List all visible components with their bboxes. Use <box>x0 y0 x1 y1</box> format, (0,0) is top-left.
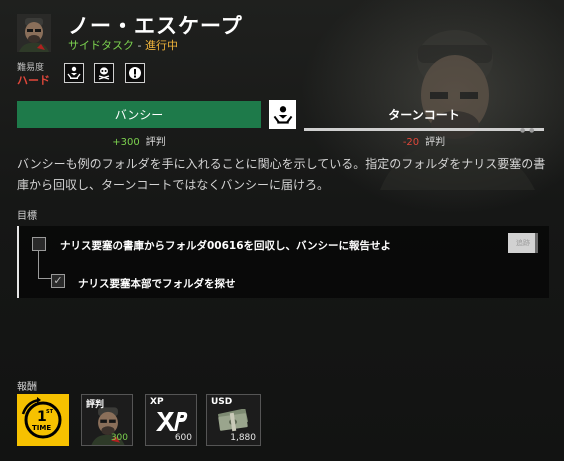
reward-reputation: 評判 300 <box>81 394 133 446</box>
mission-type: サイドタスク <box>68 39 134 52</box>
choice-turncoat-button[interactable]: ターンコート <box>304 101 544 131</box>
objective-checkbox-unchecked <box>32 237 46 251</box>
choice-banshee-button[interactable]: バンシー <box>17 101 261 128</box>
mission-subtitle: サイドタスク - 進行中 <box>68 37 178 53</box>
cash-icon <box>218 409 248 432</box>
objective-sub[interactable]: ナリス要塞本部でフォルダを探せ <box>78 276 236 291</box>
xp-icon <box>156 412 188 431</box>
turncoat-reputation-value: -20 <box>402 137 420 148</box>
mission-separator: - <box>134 39 145 52</box>
mission-description: バンシーも例のフォルダを手に入れることに関心を示している。指定のフォルダをナリス… <box>17 157 546 192</box>
turncoat-reputation: -20 評判 <box>304 133 544 148</box>
mission-title: ノー・エスケープ <box>68 14 243 38</box>
xp-reward-value: 600 <box>174 433 192 443</box>
reward-usd: USD 1,880 <box>206 394 261 446</box>
mission-status: 進行中 <box>144 39 178 52</box>
banshee-reputation-value: +300 <box>112 137 140 148</box>
turncoat-reputation-label: 評判 <box>425 137 446 148</box>
rewards-header: 報酬 <box>17 382 37 393</box>
objective-checkbox-checked: ✓ <box>51 274 65 288</box>
reputation-reward-value: 300 <box>110 433 128 443</box>
faction-choice-icon <box>269 100 296 129</box>
difficulty-value: ハード <box>17 74 50 87</box>
banshee-reputation: +300 評判 <box>17 133 261 148</box>
objective-main[interactable]: ナリス要塞の書庫からフォルダ00616を回収し、バンシーに報告せよ <box>60 238 391 253</box>
reward-xp: XP 600 <box>145 394 197 446</box>
alert-icon <box>125 63 145 83</box>
first-time-word: TIME <box>32 424 51 432</box>
reputation-reward-label: 評判 <box>86 400 105 410</box>
banshee-reputation-label: 評判 <box>145 137 166 148</box>
reward-first-time: 1 ST TIME <box>17 394 69 446</box>
usd-reward-value: 1,880 <box>230 433 256 443</box>
xp-reward-label: XP <box>150 397 164 407</box>
track-objective-button[interactable]: 追跡 <box>508 233 538 253</box>
objectives-header: 目標 <box>17 211 37 222</box>
mission-giver-avatar <box>17 14 51 52</box>
track-button-edge <box>535 233 538 253</box>
faction-choice-icon <box>64 63 84 83</box>
skull-crossbones-icon <box>94 63 114 83</box>
first-time-badge-icon: 1 ST TIME <box>21 397 62 439</box>
usd-reward-label: USD <box>211 397 233 407</box>
first-time-suffix: ST <box>46 409 54 415</box>
